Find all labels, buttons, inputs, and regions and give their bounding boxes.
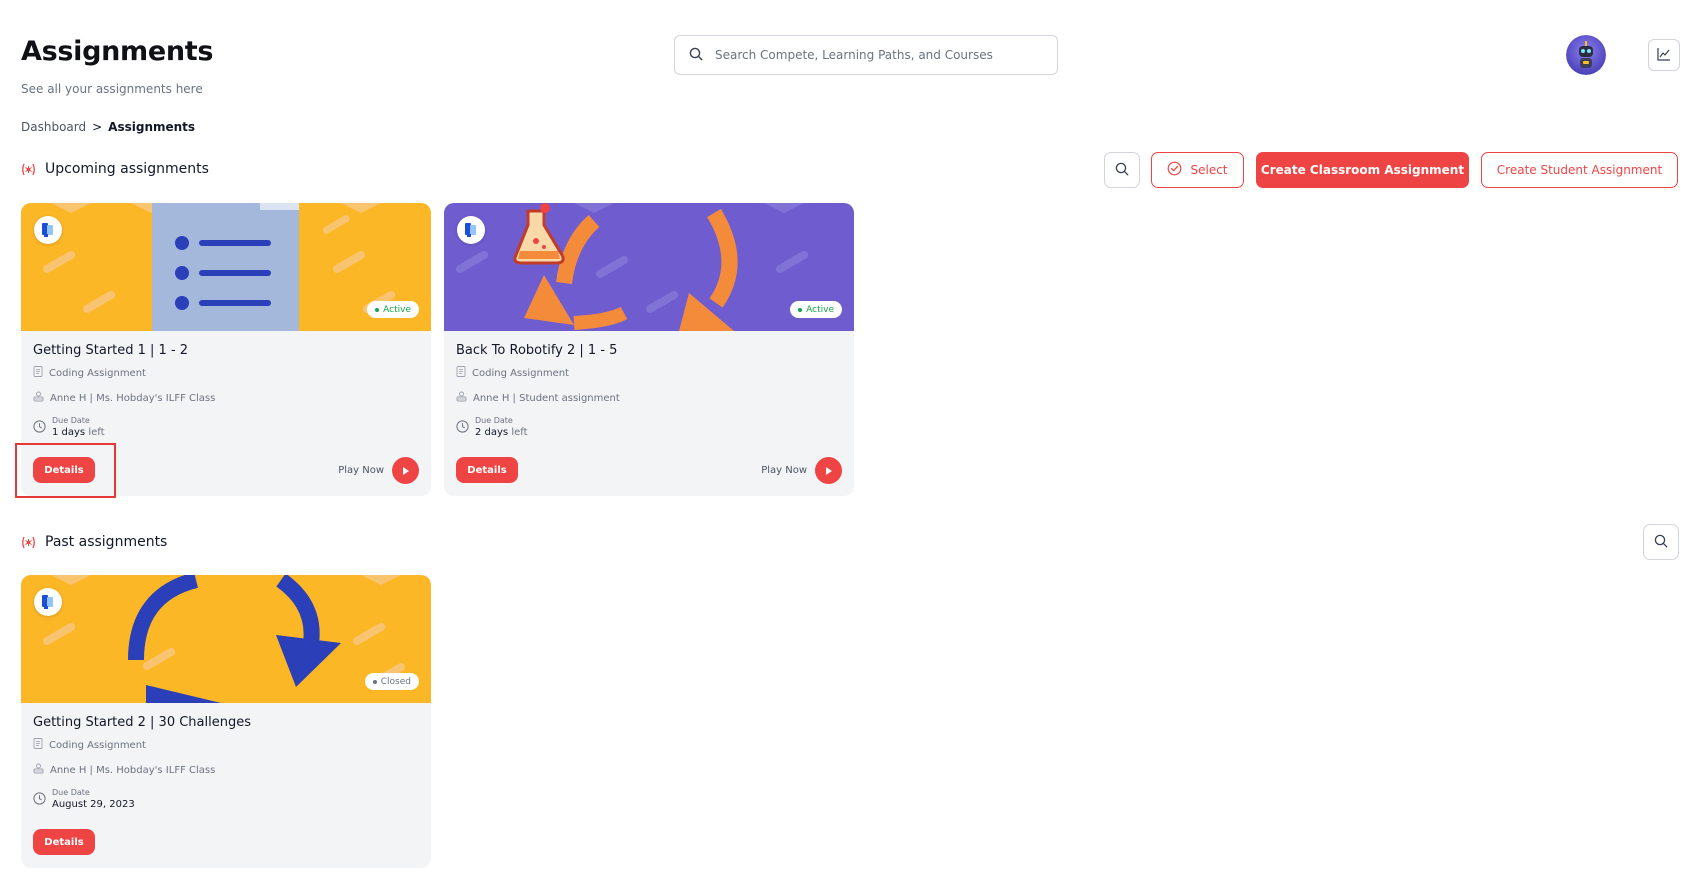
due-date-label: Due Date bbox=[475, 416, 513, 425]
play-now-button[interactable]: Play Now bbox=[338, 457, 419, 484]
select-button[interactable]: Select bbox=[1151, 152, 1244, 188]
past-section-title: Past assignments bbox=[45, 534, 168, 550]
details-button[interactable]: Details bbox=[33, 829, 95, 855]
assignee-text: Anne H | Ms. Hobday's ILFF Class bbox=[50, 764, 216, 776]
assignee-text: Anne H | Ms. Hobday's ILFF Class bbox=[50, 392, 216, 404]
due-date-suffix: left bbox=[511, 427, 528, 438]
past-section-header: Past assignments bbox=[21, 534, 167, 550]
assignment-title: Back To Robotify 2 | 1 - 5 bbox=[456, 343, 618, 358]
status-text: Active bbox=[383, 304, 411, 315]
robotify-logo-icon bbox=[457, 216, 485, 244]
assignment-title: Getting Started 2 | 30 Challenges bbox=[33, 715, 251, 730]
assignee-row: Anne H | Student assignment bbox=[456, 391, 842, 405]
status-text: Active bbox=[806, 304, 834, 315]
play-now-label: Play Now bbox=[338, 465, 384, 476]
status-dot-icon bbox=[375, 307, 380, 312]
status-badge: Closed bbox=[364, 673, 419, 690]
robotify-logo-icon bbox=[34, 216, 62, 244]
upcoming-section-title: Upcoming assignments bbox=[45, 161, 209, 177]
document-icon bbox=[33, 738, 43, 752]
search-icon bbox=[689, 46, 703, 65]
due-date-suffix: left bbox=[88, 427, 105, 438]
breadcrumb-dashboard[interactable]: Dashboard bbox=[21, 120, 86, 134]
search-icon bbox=[1115, 161, 1129, 180]
clock-icon bbox=[456, 418, 469, 437]
create-student-assignment-label: Create Student Assignment bbox=[1496, 163, 1663, 177]
due-date-label: Due Date bbox=[52, 416, 90, 425]
assignee-text: Anne H | Student assignment bbox=[473, 392, 620, 404]
due-date: Due Date 2 days left bbox=[456, 416, 842, 438]
details-button[interactable]: Details bbox=[456, 457, 518, 483]
due-date: Due Date 1 days left bbox=[33, 416, 419, 438]
assignment-type: Coding Assignment bbox=[472, 367, 569, 379]
assignment-card[interactable]: Closed Getting Started 2 | 30 Challenges… bbox=[21, 575, 431, 868]
assignment-thumbnail: Closed bbox=[21, 575, 431, 703]
upcoming-search-button[interactable] bbox=[1104, 152, 1140, 188]
breadcrumb-current: Assignments bbox=[108, 120, 196, 134]
page-title: Assignments bbox=[21, 36, 214, 67]
clock-icon bbox=[33, 418, 46, 437]
past-search-button[interactable] bbox=[1643, 524, 1679, 560]
due-date-label: Due Date bbox=[52, 788, 90, 797]
assignment-title: Getting Started 1 | 1 - 2 bbox=[33, 343, 189, 358]
breadcrumb-separator: > bbox=[92, 120, 103, 134]
play-icon bbox=[815, 457, 842, 484]
assignment-type: Coding Assignment bbox=[49, 739, 146, 751]
play-now-label: Play Now bbox=[761, 465, 807, 476]
classroom-icon bbox=[33, 763, 44, 777]
details-button-highlight bbox=[15, 443, 116, 498]
due-date: Due Date August 29, 2023 bbox=[33, 788, 419, 810]
breadcrumb: Dashboard > Assignments bbox=[21, 120, 195, 134]
broadcast-icon bbox=[21, 535, 36, 550]
due-date-value: 2 days bbox=[475, 427, 509, 438]
status-dot-icon bbox=[372, 679, 377, 684]
assignment-card[interactable]: Active Back To Robotify 2 | 1 - 5 Coding… bbox=[444, 203, 854, 496]
assignment-type-row: Coding Assignment bbox=[456, 366, 842, 380]
assignment-type-row: Coding Assignment bbox=[33, 738, 419, 752]
status-badge: Active bbox=[367, 301, 419, 318]
classroom-icon bbox=[33, 391, 44, 405]
trend-chart-icon bbox=[1657, 46, 1671, 65]
assignment-thumbnail: Active bbox=[444, 203, 854, 331]
status-dot-icon bbox=[798, 307, 803, 312]
user-avatar[interactable] bbox=[1566, 35, 1606, 75]
global-search[interactable] bbox=[674, 35, 1058, 75]
document-icon bbox=[456, 366, 466, 380]
robotify-logo-icon bbox=[34, 588, 62, 616]
due-date-value: August 29, 2023 bbox=[52, 799, 135, 810]
due-date-value: 1 days bbox=[52, 427, 86, 438]
clock-icon bbox=[33, 790, 46, 809]
document-icon bbox=[33, 366, 43, 380]
assignment-thumbnail: Active bbox=[21, 203, 431, 331]
status-text: Closed bbox=[380, 676, 411, 687]
classroom-icon bbox=[456, 391, 467, 405]
status-badge: Active bbox=[790, 301, 842, 318]
analytics-button[interactable] bbox=[1648, 39, 1680, 71]
play-icon bbox=[392, 457, 419, 484]
broadcast-icon bbox=[21, 162, 36, 177]
create-classroom-assignment-button[interactable]: Create Classroom Assignment bbox=[1256, 152, 1469, 188]
create-student-assignment-button[interactable]: Create Student Assignment bbox=[1481, 152, 1678, 188]
search-input[interactable] bbox=[715, 48, 1035, 62]
check-circle-icon bbox=[1167, 161, 1182, 179]
play-now-button[interactable]: Play Now bbox=[761, 457, 842, 484]
select-button-label: Select bbox=[1190, 163, 1228, 177]
assignment-type: Coding Assignment bbox=[49, 367, 146, 379]
assignment-type-row: Coding Assignment bbox=[33, 366, 419, 380]
search-icon bbox=[1654, 533, 1668, 552]
upcoming-section-header: Upcoming assignments bbox=[21, 161, 209, 177]
assignee-row: Anne H | Ms. Hobday's ILFF Class bbox=[33, 391, 419, 405]
page-subtitle: See all your assignments here bbox=[21, 82, 203, 96]
assignee-row: Anne H | Ms. Hobday's ILFF Class bbox=[33, 763, 419, 777]
